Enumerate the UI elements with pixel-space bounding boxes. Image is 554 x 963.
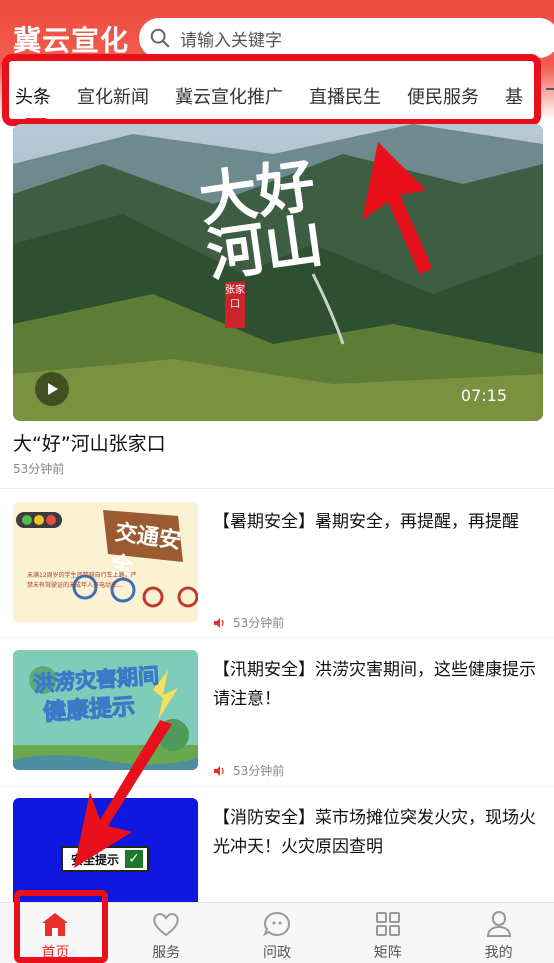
news-thumbnail: 交通安全 未满12周岁的学生严禁骑自行车上路，严 禁未有驾驶证的未成年人开电动车… — [13, 502, 198, 622]
news-time: 53分钟前 — [233, 616, 285, 630]
play-button[interactable] — [35, 372, 69, 406]
speaker-icon — [214, 617, 224, 628]
news-thumbnail: 洪涝灾害期间 健康提示 — [13, 650, 198, 770]
heart-icon — [153, 913, 179, 937]
news-headline[interactable]: 【汛期安全】洪涝灾害期间，这些健康提示请注意！ — [213, 656, 545, 714]
divider — [0, 786, 554, 787]
hero-time: 53分钟前 — [13, 462, 65, 476]
hero-video[interactable]: 大好河山 张家口 07:15 — [13, 124, 543, 421]
nav-inquiry[interactable]: 问政 — [222, 903, 333, 963]
news-thumbnail: 安全提示 ✓ — [13, 798, 198, 902]
divider — [0, 488, 554, 489]
tab-more-indicator[interactable] — [546, 88, 554, 90]
news-meta: 53分钟前 — [213, 614, 284, 631]
tab-promotion[interactable]: 冀云宣化推广 — [175, 83, 283, 109]
tab-partial[interactable]: 基 — [505, 83, 523, 109]
speaker-icon — [214, 765, 224, 776]
tab-xuanhua-news[interactable]: 宣化新闻 — [77, 83, 149, 109]
nav-label: 我的 — [484, 945, 513, 961]
hero-seal: 张家口 — [225, 282, 245, 328]
search-placeholder: 请输入关键字 — [180, 30, 282, 51]
play-icon — [48, 383, 58, 395]
nav-label: 矩阵 — [373, 945, 402, 961]
bottom-nav: 首页 服务 问政 矩阵 我的 — [0, 902, 554, 963]
hero-seal-text: 张家口 — [225, 285, 245, 310]
thumb-title-2: 健康提示 — [42, 693, 137, 727]
news-time: 53分钟前 — [233, 764, 285, 778]
news-meta: 53分钟前 — [213, 762, 284, 779]
user-icon — [486, 911, 511, 937]
tab-convenience-services[interactable]: 便民服务 — [407, 83, 479, 109]
nav-label: 首页 — [41, 945, 70, 961]
search-icon — [150, 28, 170, 48]
thumb-line-2: 禁未有驾驶证的未成年人开电动车… — [27, 582, 124, 589]
news-item[interactable]: 交通安全 未满12周岁的学生严禁骑自行车上路，严 禁未有驾驶证的未成年人开电动车… — [13, 502, 543, 632]
nav-matrix[interactable]: 矩阵 — [332, 903, 443, 963]
news-item[interactable]: 洪涝灾害期间 健康提示 【汛期安全】洪涝灾害期间，这些健康提示请注意！ 53分钟… — [13, 650, 543, 780]
news-headline[interactable]: 【消防安全】菜市场摊位突发火灾，现场火光冲天！火灾原因查明 — [213, 804, 545, 862]
tab-bar-highlight: 头条 宣化新闻 冀云宣化推广 直播民生 便民服务 基 — [2, 54, 541, 126]
nav-profile[interactable]: 我的 — [443, 903, 554, 963]
nav-label: 服务 — [152, 945, 181, 961]
home-icon — [42, 913, 69, 936]
thumb-line-1: 未满12周岁的学生严禁骑自行车上路，严 — [27, 572, 137, 579]
check-icon: ✓ — [125, 850, 144, 868]
divider — [0, 637, 554, 638]
thumb-badge-text: 安全提示 — [71, 852, 120, 867]
category-tabs: 头条 宣化新闻 冀云宣化推广 直播民生 便民服务 基 — [0, 52, 554, 126]
news-headline[interactable]: 【暑期安全】暑期安全，再提醒，再提醒 — [213, 508, 545, 537]
nav-label: 问政 — [262, 945, 291, 961]
video-duration: 07:15 — [460, 386, 507, 405]
tab-headlines[interactable]: 头条 — [15, 83, 51, 119]
hero-overlay-title: 大好河山 — [194, 150, 328, 290]
nav-home[interactable]: 首页 — [0, 903, 111, 963]
thumb-badge: 安全提示 ✓ — [61, 846, 149, 872]
grid-icon — [375, 912, 400, 936]
hero-caption[interactable]: 大“好”河山张家口 — [13, 429, 166, 456]
nav-services[interactable]: 服务 — [111, 903, 222, 963]
tab-live-livelihood[interactable]: 直播民生 — [309, 83, 381, 109]
app-root: 冀云宣化 请输入关键字 头条 宣化新闻 冀云宣化推广 直播民生 便民服务 基 大… — [0, 0, 554, 963]
chat-icon — [263, 911, 290, 937]
